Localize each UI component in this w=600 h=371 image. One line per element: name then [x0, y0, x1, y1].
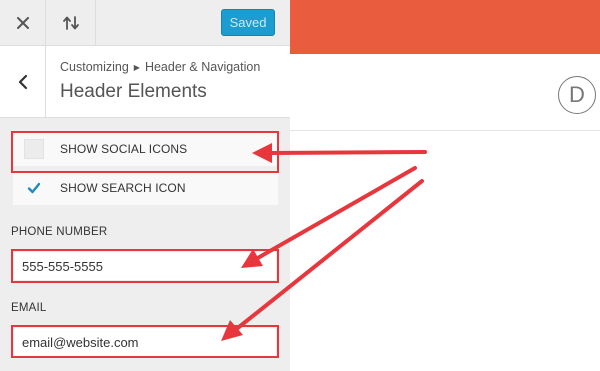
show-social-icons-label: SHOW SOCIAL ICONS: [60, 142, 188, 156]
email-label: EMAIL: [11, 302, 47, 314]
phone-number-label: PHONE NUMBER: [11, 226, 108, 238]
back-button[interactable]: [0, 46, 46, 117]
reorder-button[interactable]: [46, 0, 96, 46]
site-logo: D: [558, 76, 596, 114]
preview-header-bar: [290, 0, 600, 54]
section-title: Header Elements: [60, 81, 207, 102]
show-social-icons-checkbox[interactable]: [24, 139, 44, 159]
breadcrumb-separator-icon: ▶: [133, 63, 140, 72]
breadcrumb: Customizing ▶ Header & Navigation: [60, 60, 260, 74]
section-header: Customizing ▶ Header & Navigation Header E…: [0, 46, 290, 118]
saved-button[interactable]: Saved: [221, 9, 275, 36]
email-input[interactable]: email@website.com: [14, 328, 276, 356]
checkmark-icon: [27, 182, 41, 194]
phone-number-input[interactable]: 555-555-5555: [14, 252, 276, 280]
show-search-icon-checkbox[interactable]: [24, 178, 44, 198]
close-button[interactable]: [0, 0, 46, 46]
show-search-icon-row[interactable]: SHOW SEARCH ICON: [13, 171, 278, 205]
chevron-left-icon: [18, 74, 27, 89]
breadcrumb-root: Customizing: [60, 60, 129, 74]
preview-navigation-bar: [290, 54, 600, 131]
close-icon: [16, 17, 29, 29]
show-social-icons-row[interactable]: SHOW SOCIAL ICONS: [13, 132, 278, 166]
reorder-arrows-icon: [62, 16, 79, 30]
show-search-icon-label: SHOW SEARCH ICON: [60, 181, 186, 195]
customizer-toolbar: Saved: [0, 0, 290, 46]
breadcrumb-parent: Header & Navigation: [144, 60, 261, 74]
